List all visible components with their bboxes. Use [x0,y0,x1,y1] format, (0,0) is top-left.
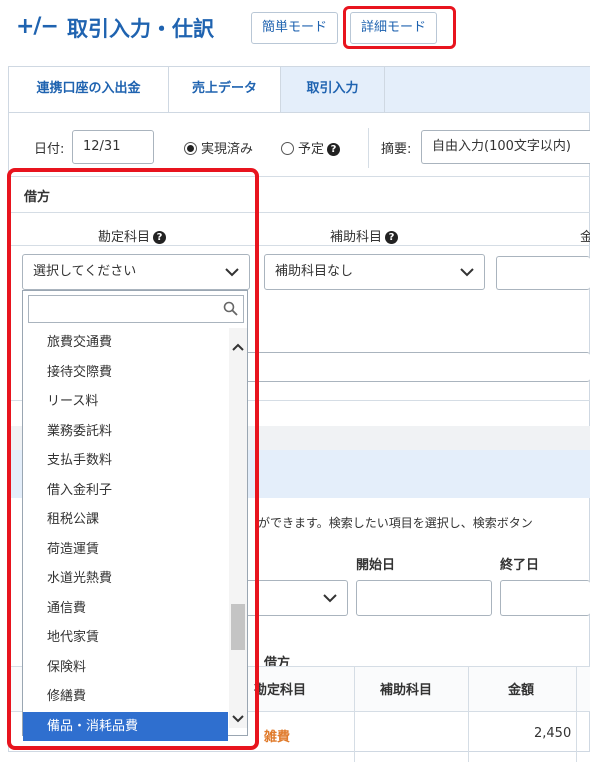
help-icon: ? [385,231,399,244]
end-date-input[interactable] [500,580,590,616]
table-col-account: 勘定科目 [254,683,307,698]
page-title: 取引入力・仕訳 [67,17,214,41]
table-row-account[interactable]: 雑費 [264,726,290,745]
tab-transaction-input[interactable]: 取引入力 [281,67,385,113]
table-col-divider [354,666,355,762]
summary-label: 摘要: [381,142,412,157]
summary-input[interactable]: 自由入力(100文字以内) [421,130,590,164]
divider [368,128,369,168]
transaction-icon: +/− [16,14,59,39]
chevron-down-icon [323,581,337,603]
radio-plan-label: 予定? [298,138,341,157]
sub-account-select[interactable]: 補助科目なし [264,254,485,290]
table-col-sub: 補助科目 [380,683,433,698]
tab-sales-data[interactable]: 売上データ [169,67,281,113]
help-icon: ? [327,143,341,156]
radio-plan[interactable] [281,142,294,155]
radio-done[interactable] [184,142,197,155]
detail-mode-highlight [343,6,456,49]
debit-highlight [7,168,259,750]
sub-account-header: 補助科目? [330,226,399,245]
table-row-amount: 2,450 [534,726,572,741]
date-input[interactable]: 12/31 [72,130,154,164]
amount-header: 金 [580,230,590,245]
simple-mode-button[interactable]: 簡単モード [251,12,339,44]
date-label: 日付: [34,142,65,157]
chevron-down-icon [460,255,474,277]
sub-account-select-value: 補助科目なし [275,264,354,279]
table-col-divider [576,666,577,762]
memo-input[interactable] [240,352,590,382]
radio-done-label: 実現済み [201,142,254,157]
end-date-label: 終了日 [500,558,540,573]
search-hint: ができます。検索したい項目を選択し、検索ボタン [258,516,533,530]
amount-input[interactable] [496,256,590,290]
start-date-label: 開始日 [356,558,396,573]
start-date-input[interactable] [356,580,492,616]
table-col-divider [468,666,469,762]
page-header: +/− 取引入力・仕訳 簡単モード 詳細モード [0,0,590,62]
tab-bar: 連携口座の入出金 売上データ 取引入力 [8,66,590,113]
tab-linked-account[interactable]: 連携口座の入出金 [9,67,169,113]
table-col-amount: 金額 [508,683,535,698]
tab-bar-filler [385,67,590,113]
